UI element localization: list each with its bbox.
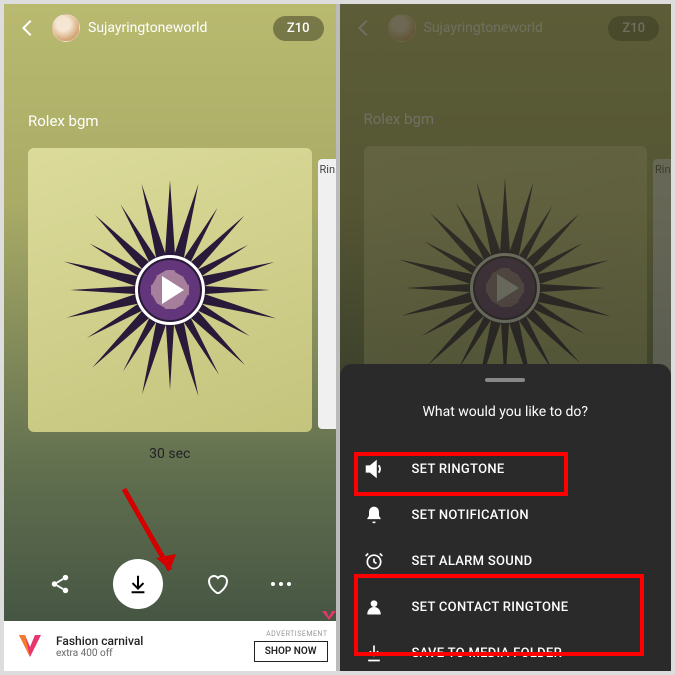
ad-logo xyxy=(12,628,48,664)
header: Sujayringtoneworld Z10 xyxy=(4,4,336,52)
favorite-button[interactable] xyxy=(205,572,229,596)
ad-shop-button[interactable]: SHOP NOW xyxy=(254,641,328,662)
screenshot-left: Sujayringtoneworld Z10 Rolex bgm Rin 30 … xyxy=(4,4,336,671)
badge[interactable]: Z10 xyxy=(273,16,324,41)
share-button[interactable] xyxy=(49,573,71,595)
username[interactable]: Sujayringtoneworld xyxy=(88,20,273,36)
album-art-wrap xyxy=(4,148,336,432)
person-icon xyxy=(362,595,386,619)
screenshot-right: Sujayringtoneworld Z10 Rolex bgm Rin Wha… xyxy=(340,4,672,671)
option-set-notification[interactable]: SET NOTIFICATION xyxy=(352,492,660,538)
more-button[interactable] xyxy=(271,582,291,586)
option-label: SAVE TO MEDIA FOLDER xyxy=(412,646,563,661)
option-set-contact-ringtone[interactable]: SET CONTACT RINGTONE xyxy=(352,584,660,630)
song-title: Rolex bgm xyxy=(4,112,336,130)
dots-icon xyxy=(271,582,291,586)
option-save-to-media[interactable]: SAVE TO MEDIA FOLDER xyxy=(352,630,660,671)
ad-subtitle: extra 400 off xyxy=(56,648,254,659)
play-button[interactable] xyxy=(135,255,205,325)
duration: 30 sec xyxy=(4,446,336,462)
annotation-arrow xyxy=(114,484,194,584)
ad-tag: ADVERTISEMENT xyxy=(266,630,327,638)
album-art[interactable] xyxy=(28,148,312,432)
download-icon xyxy=(362,641,386,665)
sheet-handle[interactable] xyxy=(485,378,525,382)
play-icon xyxy=(162,276,184,304)
ad-banner[interactable]: Fashion carnival extra 400 off ADVERTISE… xyxy=(4,621,336,671)
option-label: SET ALARM SOUND xyxy=(412,554,533,569)
option-label: SET RINGTONE xyxy=(412,462,505,477)
option-label: SET CONTACT RINGTONE xyxy=(412,600,569,615)
option-set-ringtone[interactable]: SET RINGTONE xyxy=(352,446,660,492)
alarm-icon xyxy=(362,549,386,573)
speaker-icon xyxy=(362,457,386,481)
sheet-title: What would you like to do? xyxy=(352,404,660,420)
bell-icon xyxy=(362,503,386,527)
avatar[interactable] xyxy=(52,14,80,42)
ad-title: Fashion carnival xyxy=(56,634,254,648)
bottom-sheet: What would you like to do? SET RINGTONE … xyxy=(340,364,672,671)
option-set-alarm[interactable]: SET ALARM SOUND xyxy=(352,538,660,584)
back-button[interactable] xyxy=(16,16,40,40)
ad-corner-logo xyxy=(320,609,336,621)
option-label: SET NOTIFICATION xyxy=(412,508,529,523)
ad-text: Fashion carnival extra 400 off xyxy=(56,634,254,659)
